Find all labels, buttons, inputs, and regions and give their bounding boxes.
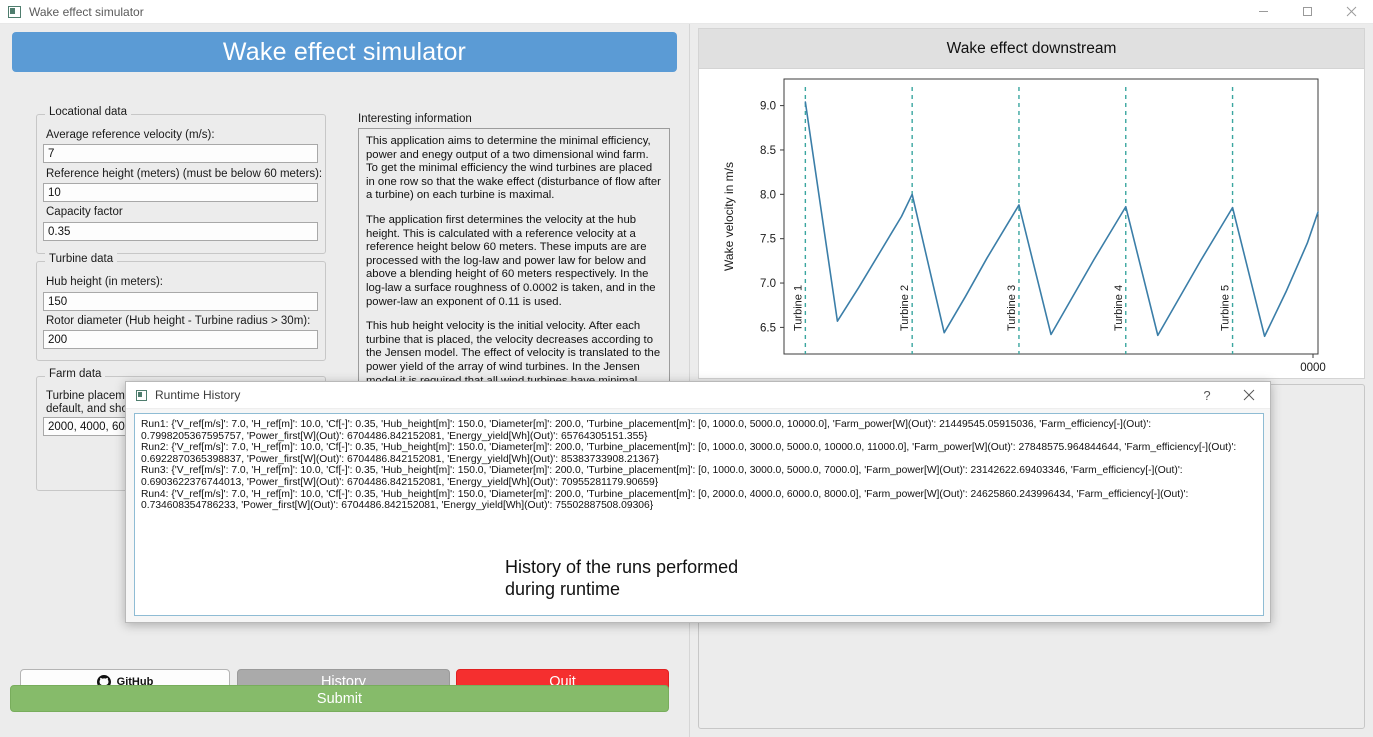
svg-text:Turbine 3: Turbine 3	[1006, 285, 1018, 331]
chart-title: Wake effect downstream	[699, 29, 1364, 69]
dialog-title-bar: Runtime History ?	[126, 382, 1270, 409]
svg-text:7.0: 7.0	[760, 278, 776, 290]
history-run-line: Run3: {'V_ref[m/s]': 7.0, 'H_ref[m]': 10…	[141, 465, 1183, 488]
app-root: Wake effect simulator Wake effect simula…	[0, 0, 1373, 737]
reference-height-label: Reference height (meters) (must be below…	[46, 168, 323, 180]
window-title-bar: Wake effect simulator	[0, 0, 1373, 24]
hub-height-input[interactable]: 150	[43, 292, 318, 311]
history-run-line: Run2: {'V_ref[m/s]': 7.0, 'H_ref[m]': 10…	[141, 442, 1237, 465]
history-run-line: Run1: {'V_ref[m/s]': 7.0, 'H_ref[m]': 10…	[141, 419, 1152, 442]
hub-height-label: Hub height (in meters):	[46, 276, 163, 288]
chart-plot-area: 6.5 7.0 7.5 8.0 8.5 9.0 Wake velocity in m/s Tu…	[699, 69, 1364, 378]
close-button[interactable]	[1329, 0, 1373, 24]
page-title: Wake effect simulator	[12, 32, 677, 72]
dialog-controls: ?	[1186, 382, 1270, 409]
dialog-help-button[interactable]: ?	[1186, 382, 1228, 409]
window-controls	[1241, 0, 1373, 24]
app-body: Wake effect simulator Locational data Av…	[0, 24, 1373, 737]
svg-text:8.5: 8.5	[760, 145, 776, 157]
locational-data-title: Locational data	[45, 106, 132, 118]
history-note-line2: during runtime	[505, 579, 621, 599]
info-paragraph-1: This application aims to determine the m…	[366, 135, 661, 202]
capacity-factor-input[interactable]: 0.35	[43, 222, 318, 241]
turbine-data-title: Turbine data	[45, 253, 118, 265]
svg-text:Turbine 5: Turbine 5	[1220, 285, 1232, 331]
rotor-diameter-input[interactable]: 200	[43, 330, 318, 349]
rotor-diameter-label: Rotor diameter (Hub height - Turbine rad…	[46, 315, 311, 327]
interesting-information-label: Interesting information	[358, 113, 472, 125]
history-description-note: History of the runs performed during run…	[505, 556, 845, 600]
svg-text:Turbine 4: Turbine 4	[1113, 285, 1125, 331]
svg-text:Wake velocity in m/s: Wake velocity in m/s	[722, 162, 736, 271]
chart-card: Wake effect downstream 6.5 7.0 7.5 8.0 8.5 9.…	[698, 28, 1365, 379]
history-run-line: Run4: {'V_ref[m/s]': 7.0, 'H_ref[m]': 10…	[141, 488, 1189, 512]
svg-text:9.0: 9.0	[760, 101, 776, 113]
app-icon	[8, 5, 21, 18]
window-title: Wake effect simulator	[29, 4, 144, 19]
avg-reference-velocity-label: Average reference velocity (m/s):	[46, 129, 215, 141]
farm-data-title: Farm data	[45, 368, 106, 380]
wake-velocity-chart: 6.5 7.0 7.5 8.0 8.5 9.0 Wake velocity in m/s Tu…	[722, 78, 1326, 374]
dialog-title: Runtime History	[155, 388, 241, 402]
submit-button[interactable]: Submit	[10, 685, 669, 712]
svg-text:7.5: 7.5	[760, 234, 776, 246]
svg-text:Turbine 1: Turbine 1	[792, 285, 804, 331]
dialog-app-icon	[136, 389, 147, 401]
maximize-button[interactable]	[1285, 0, 1329, 24]
reference-height-input[interactable]: 10	[43, 183, 318, 202]
svg-text:6.5: 6.5	[760, 322, 776, 334]
svg-text:0000: 0000	[1300, 362, 1326, 374]
dialog-body: Run1: {'V_ref[m/s]': 7.0, 'H_ref[m]': 10…	[134, 413, 1264, 616]
svg-text:Turbine 2: Turbine 2	[899, 285, 911, 331]
runtime-history-textarea[interactable]: Run1: {'V_ref[m/s]': 7.0, 'H_ref[m]': 10…	[134, 413, 1264, 616]
svg-text:8.0: 8.0	[760, 189, 776, 201]
avg-reference-velocity-input[interactable]: 7	[43, 144, 318, 163]
minimize-button[interactable]	[1241, 0, 1285, 24]
capacity-factor-label: Capacity factor	[46, 206, 123, 218]
dialog-close-icon[interactable]	[1228, 382, 1270, 409]
info-paragraph-2: The application first determines the vel…	[366, 213, 656, 308]
history-note-line1: History of the runs performed	[505, 557, 739, 577]
runtime-history-dialog: Runtime History ? Run1: {'V_ref[m/s]': 7…	[125, 381, 1271, 623]
